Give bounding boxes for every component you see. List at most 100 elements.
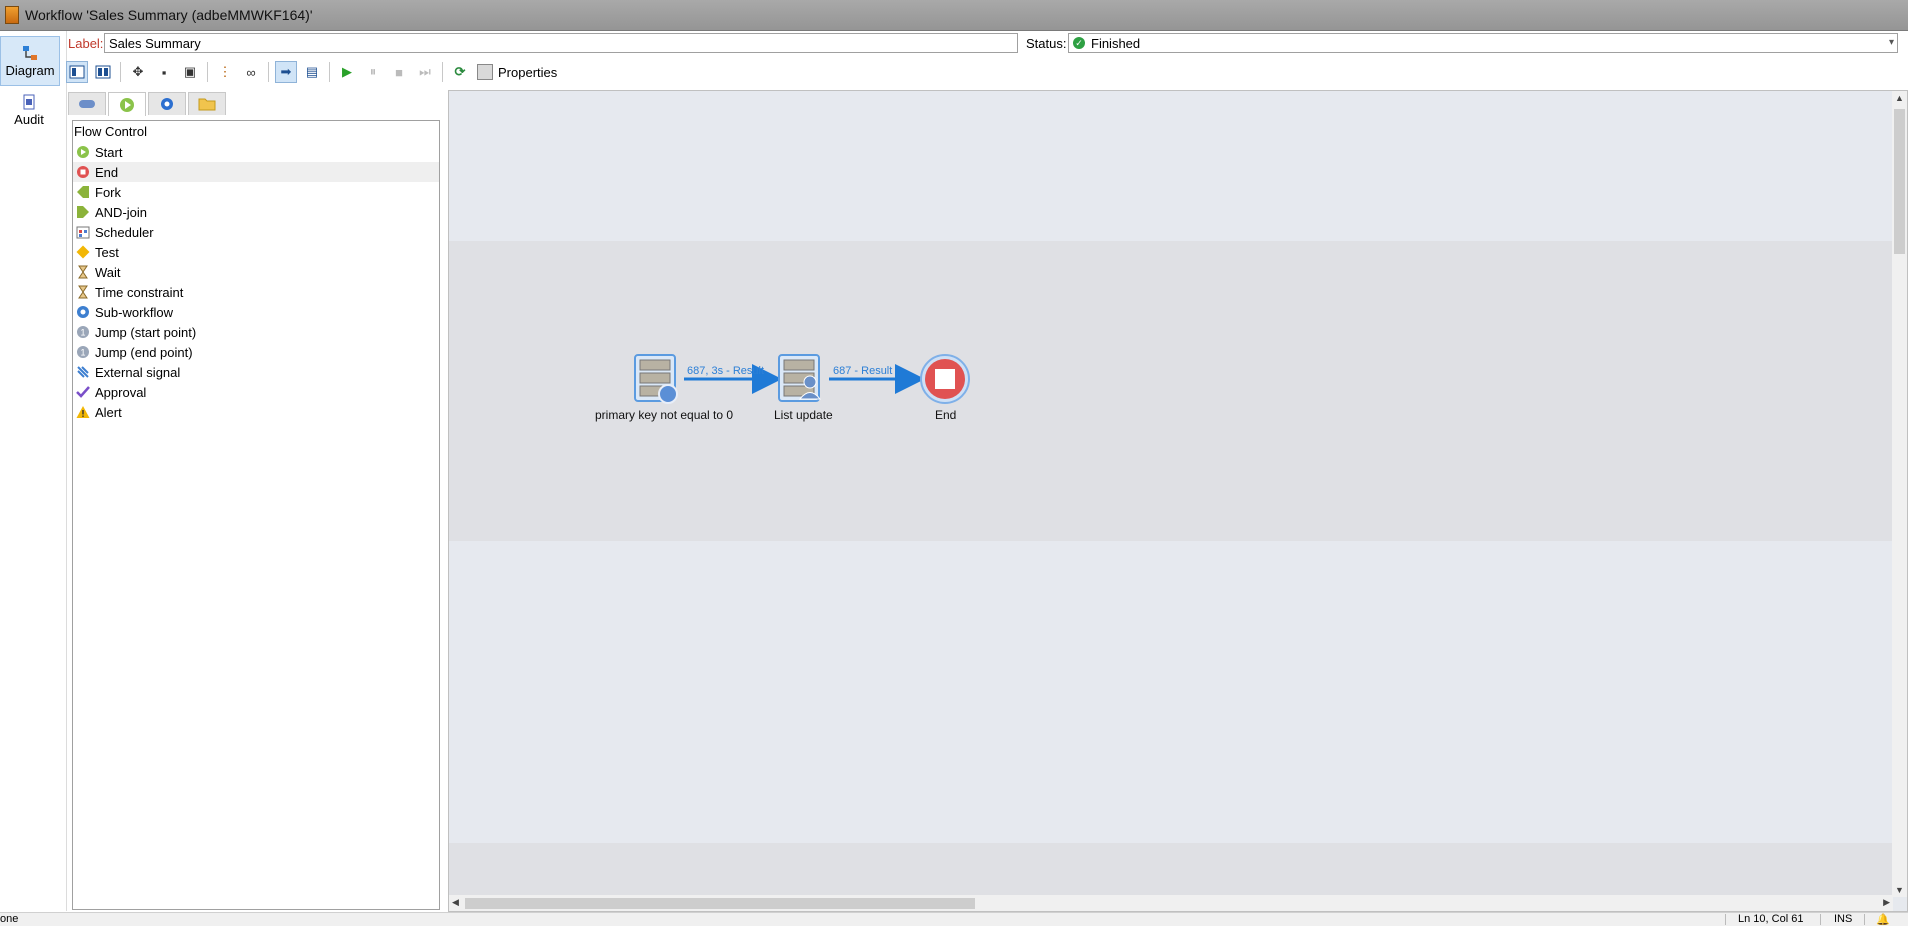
transition-label: 687, 3s - Result [687, 365, 765, 377]
chevron-left-icon[interactable]: ◀ [452, 897, 459, 908]
split-layout-icon [95, 65, 111, 79]
status-field[interactable]: ✓ Finished ▾ [1068, 33, 1898, 53]
palette-item-label: Approval [95, 384, 147, 400]
scheduler-icon [76, 226, 90, 239]
external-signal-icon [77, 366, 89, 378]
nav-audit-button[interactable]: Audit [0, 86, 58, 134]
layout-single-button[interactable] [66, 61, 88, 83]
chevron-up-icon[interactable]: ▲ [1895, 93, 1904, 103]
statusbar-separator [1820, 914, 1821, 925]
toolbar-separator [329, 62, 330, 82]
run-mode-button[interactable]: ➡ [275, 61, 297, 83]
fit-page-icon: ▣ [183, 64, 197, 79]
palette-item-label: Jump (end point) [95, 344, 193, 360]
move-icon: ✥ [132, 64, 144, 79]
status-value: Finished [1091, 35, 1141, 51]
node-label: List update [774, 408, 833, 422]
tab-flow-control[interactable] [108, 92, 146, 116]
layout-split-button[interactable] [92, 61, 114, 83]
scrollbar-thumb[interactable] [1894, 109, 1905, 254]
sub-workflow-icon [77, 306, 89, 318]
statusbar-separator [1725, 914, 1726, 925]
palette-item-and-join[interactable]: AND-join [73, 202, 439, 222]
left-navigation: Diagram Audit [0, 31, 67, 911]
tab-actions[interactable] [148, 92, 186, 115]
list-update-icon[interactable] [778, 354, 822, 402]
chevron-down-icon[interactable]: ▾ [1889, 37, 1894, 48]
insert-mode: INS [1834, 913, 1853, 925]
palette-item-sub-workflow[interactable]: Sub-workflow [73, 302, 439, 322]
palette-item-external-signal[interactable]: External signal [73, 362, 439, 382]
tab-targeting[interactable] [68, 92, 106, 115]
step-button[interactable]: ⏭ [414, 61, 436, 83]
properties-label: Properties [498, 64, 558, 80]
end-icon [77, 166, 89, 178]
tab-data-management[interactable] [188, 92, 226, 115]
chevron-right-icon[interactable]: ▶ [1883, 897, 1890, 908]
palette-item-label: Time constraint [95, 284, 184, 300]
nav-diagram-button[interactable]: Diagram [0, 36, 60, 86]
start-button[interactable]: ▶ [336, 61, 358, 83]
palette-item-label: AND-join [95, 204, 148, 220]
play-icon: ▶ [342, 64, 352, 79]
palette-item-end[interactable]: End [73, 162, 439, 182]
palette-item-test[interactable]: Test [73, 242, 439, 262]
label-input[interactable]: Sales Summary [104, 33, 1018, 53]
small-square-icon: ▪ [161, 64, 167, 80]
test-icon [76, 245, 90, 259]
scrollbar-thumb[interactable] [465, 898, 975, 909]
fork-icon [77, 186, 89, 198]
stop-button[interactable]: ■ [388, 61, 410, 83]
step-forward-icon: ⏭ [419, 64, 431, 79]
gear-icon [161, 98, 173, 110]
window-title: Workflow 'Sales Summary (adbeMMWKF164)' [25, 7, 313, 23]
palette-item-time-constraint[interactable]: Time constraint [73, 282, 439, 302]
query-icon[interactable] [634, 354, 678, 404]
properties-button[interactable]: Properties [477, 64, 557, 80]
palette-item-wait[interactable]: Wait [73, 262, 439, 282]
palette-item-fork[interactable]: Fork [73, 182, 439, 202]
palette-item-label: Wait [95, 264, 121, 280]
document-icon: ▤ [305, 64, 319, 79]
move-button[interactable]: ✥ [127, 61, 149, 83]
layout-icon [69, 65, 85, 79]
palette-item-jump-end[interactable]: 1 Jump (end point) [73, 342, 439, 362]
cursor-position: Ln 10, Col 61 [1738, 913, 1804, 925]
palette-item-label: Fork [95, 184, 121, 200]
label-caption: Label: [68, 36, 104, 51]
check-circle-icon: ✓ [1073, 37, 1085, 49]
palette-header: Flow Control [74, 124, 147, 139]
palette-item-label: End [95, 164, 119, 180]
activity-palette: Flow Control Start End Fork AND-join Sch… [72, 120, 440, 910]
palette-item-alert[interactable]: Alert [73, 402, 439, 422]
folder-icon [198, 98, 216, 111]
align-vertical-button[interactable]: ⋮ [214, 61, 236, 83]
vertical-scrollbar[interactable]: ▲ ▼ [1892, 91, 1907, 897]
svg-text:1: 1 [80, 328, 85, 338]
diagram-canvas[interactable]: 687, 3s - Result 687 - Result primary ke… [448, 90, 1908, 912]
pause-button[interactable]: ⏸ [362, 61, 384, 83]
chevron-down-icon[interactable]: ▼ [1895, 885, 1904, 895]
horizontal-scrollbar[interactable]: ◀ ▶ [449, 895, 1893, 911]
stop-icon: ■ [395, 64, 403, 80]
start-icon [77, 146, 89, 158]
end-icon[interactable] [920, 354, 970, 404]
log-button[interactable]: ▤ [301, 61, 323, 83]
jump-icon: 1 [77, 326, 89, 338]
palette-item-jump-start[interactable]: 1 Jump (start point) [73, 322, 439, 342]
toolbar-separator [268, 62, 269, 82]
label-status-row: Label: Sales Summary Status: ✓ Finished … [66, 32, 1908, 56]
fit-small-button[interactable]: ▪ [153, 61, 175, 83]
fit-page-button[interactable]: ▣ [179, 61, 201, 83]
statusbar-message: one [0, 913, 19, 925]
palette-item-start[interactable]: Start [73, 142, 439, 162]
transition-label: 687 - Result [833, 365, 893, 377]
align-horizontal-button[interactable]: ∞ [240, 61, 262, 83]
toolbar-separator [120, 62, 121, 82]
palette-item-label: Sub-workflow [95, 304, 174, 320]
palette-item-scheduler[interactable]: Scheduler [73, 222, 439, 242]
workflow-app-icon [5, 6, 19, 24]
palette-item-approval[interactable]: Approval [73, 382, 439, 402]
refresh-button[interactable]: ⟳ [449, 61, 471, 83]
palette-item-label: Start [95, 144, 123, 160]
